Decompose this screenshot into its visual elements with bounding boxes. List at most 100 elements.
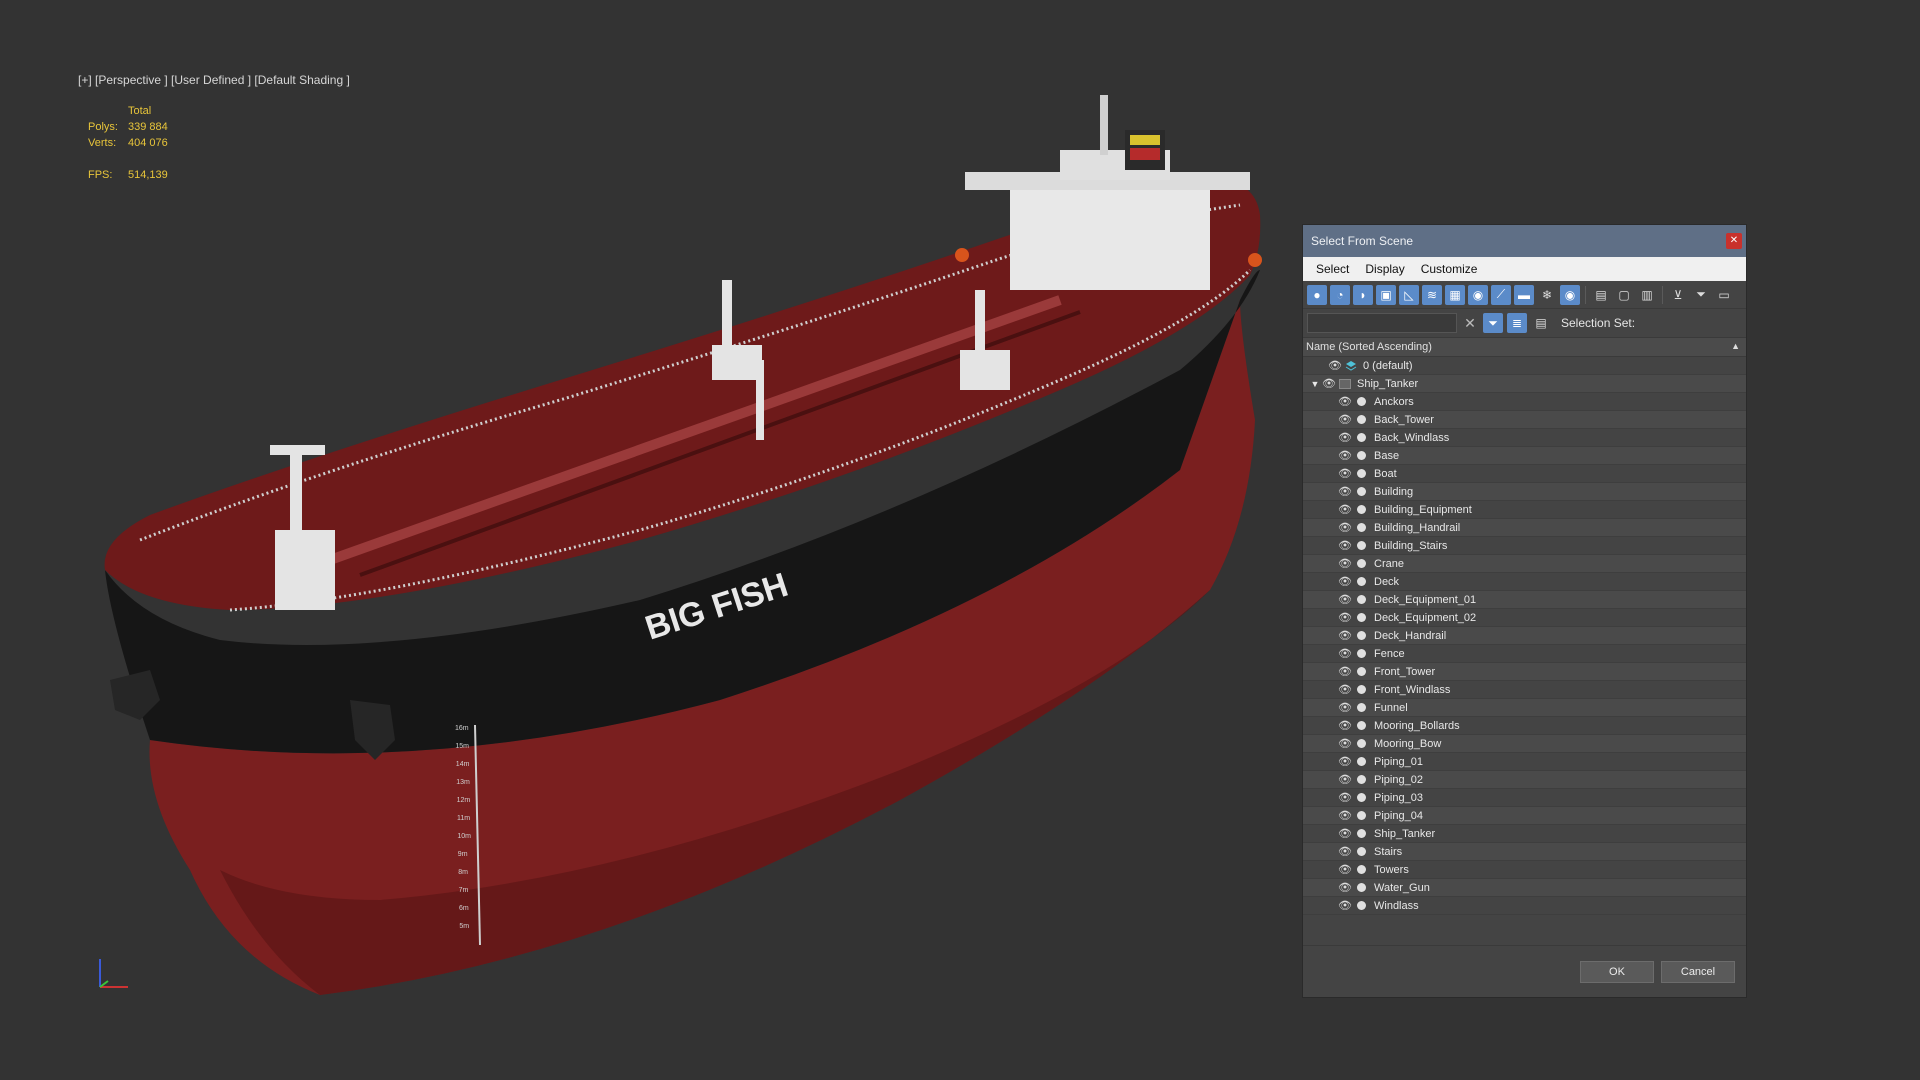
eye-icon[interactable]: 👁 — [1337, 611, 1353, 624]
eye-icon[interactable]: 👁 — [1337, 503, 1353, 516]
shapes-filter-icon[interactable]: ◔ — [1330, 284, 1350, 305]
frozen-filter-icon[interactable]: ❄ — [1537, 285, 1557, 305]
tree-item-label: Anckors — [1374, 395, 1414, 408]
search-input[interactable] — [1307, 313, 1457, 333]
tree-item[interactable]: 👁 Base — [1303, 447, 1746, 465]
tree-item-label: Back_Tower — [1374, 413, 1434, 426]
cancel-button[interactable]: Cancel — [1661, 961, 1735, 983]
eye-icon[interactable]: 👁 — [1337, 773, 1353, 786]
layer-toggle-icon[interactable]: ≣ — [1507, 313, 1527, 333]
eye-icon[interactable]: 👁 — [1337, 845, 1353, 858]
tree-item[interactable]: 👁 Piping_04 — [1303, 807, 1746, 825]
eye-icon[interactable]: 👁 — [1337, 665, 1353, 678]
tree-item[interactable]: 👁 Deck — [1303, 573, 1746, 591]
eye-icon[interactable]: 👁 — [1337, 629, 1353, 642]
tree-item[interactable]: 👁 Ship_Tanker — [1303, 825, 1746, 843]
eye-icon[interactable]: 👁 — [1337, 827, 1353, 840]
select-invert-icon[interactable]: ▥ — [1637, 285, 1657, 305]
filter-icon[interactable]: ⏷ — [1691, 285, 1711, 305]
clear-search-icon[interactable]: ✕ — [1461, 315, 1479, 332]
tree-item[interactable]: 👁 Windlass — [1303, 897, 1746, 915]
expand-arrow-icon[interactable]: ▼ — [1309, 379, 1321, 389]
menu-select[interactable]: Select — [1309, 260, 1356, 278]
sort-ascending-icon[interactable]: ▲ — [1731, 341, 1740, 351]
menu-customize[interactable]: Customize — [1414, 260, 1485, 278]
tree-item[interactable]: 👁 Funnel — [1303, 699, 1746, 717]
bones-filter-icon[interactable]: ⟋ — [1491, 284, 1511, 305]
eye-icon[interactable]: 👁 — [1337, 449, 1353, 462]
spacewarps-filter-icon[interactable]: ≋ — [1422, 284, 1442, 305]
tree-item[interactable]: 👁 Front_Windlass — [1303, 681, 1746, 699]
xrefs-filter-icon[interactable]: ◉ — [1468, 284, 1488, 305]
eye-icon[interactable]: 👁 — [1337, 647, 1353, 660]
folder-icon[interactable]: ▭ — [1714, 285, 1734, 305]
close-icon[interactable]: ✕ — [1726, 233, 1742, 249]
filter-toggle-icon[interactable]: ⏷ — [1483, 313, 1503, 333]
tree-item[interactable]: 👁 Crane — [1303, 555, 1746, 573]
eye-icon[interactable]: 👁 — [1337, 863, 1353, 876]
tree-item[interactable]: 👁 Front_Tower — [1303, 663, 1746, 681]
tree-item[interactable]: 👁 Anckors — [1303, 393, 1746, 411]
tree-item[interactable]: 👁 Building_Equipment — [1303, 501, 1746, 519]
tree-item[interactable]: 👁 Building_Stairs — [1303, 537, 1746, 555]
groups-filter-icon[interactable]: ▦ — [1445, 284, 1465, 305]
eye-icon[interactable]: 👁 — [1337, 575, 1353, 588]
menu-display[interactable]: Display — [1358, 260, 1411, 278]
group-row-ship-tanker[interactable]: ▼ 👁 Ship_Tanker — [1303, 375, 1746, 393]
tree-item[interactable]: 👁 Fence — [1303, 645, 1746, 663]
filter-off-icon[interactable]: ⊻ — [1668, 285, 1688, 305]
eye-icon[interactable]: 👁 — [1337, 737, 1353, 750]
tree-item-label: Piping_03 — [1374, 791, 1423, 804]
geometry-dot-icon — [1357, 487, 1366, 496]
tree-item[interactable]: 👁 Deck_Equipment_01 — [1303, 591, 1746, 609]
lights-filter-icon[interactable]: ◗ — [1353, 284, 1373, 305]
tree-item[interactable]: 👁 Mooring_Bow — [1303, 735, 1746, 753]
selection-set-icon[interactable]: ▤ — [1531, 313, 1551, 333]
tree-item[interactable]: 👁 Boat — [1303, 465, 1746, 483]
eye-icon[interactable]: 👁 — [1321, 377, 1337, 390]
containers-filter-icon[interactable]: ▬ — [1514, 284, 1534, 305]
eye-icon[interactable]: 👁 — [1337, 683, 1353, 696]
tree-item[interactable]: 👁 Building_Handrail — [1303, 519, 1746, 537]
tree-item[interactable]: 👁 Water_Gun — [1303, 879, 1746, 897]
tree-item[interactable]: 👁 Mooring_Bollards — [1303, 717, 1746, 735]
eye-icon[interactable]: 👁 — [1337, 899, 1353, 912]
cameras-filter-icon[interactable]: ▣ — [1376, 284, 1396, 305]
tree-item[interactable]: 👁 Stairs — [1303, 843, 1746, 861]
eye-icon[interactable]: 👁 — [1337, 521, 1353, 534]
eye-icon[interactable]: 👁 — [1337, 539, 1353, 552]
tree-item[interactable]: 👁 Building — [1303, 483, 1746, 501]
eye-icon[interactable]: 👁 — [1337, 701, 1353, 714]
ok-button[interactable]: OK — [1580, 961, 1654, 983]
eye-icon[interactable]: 👁 — [1337, 557, 1353, 570]
tree-item[interactable]: 👁 Towers — [1303, 861, 1746, 879]
select-all-icon[interactable]: ▤ — [1591, 285, 1611, 305]
tree-item-label: Deck_Handrail — [1374, 629, 1447, 642]
eye-icon[interactable]: 👁 — [1337, 431, 1353, 444]
layer-row-default[interactable]: 👁 0 (default) — [1303, 357, 1746, 375]
dialog-title-bar[interactable]: Select From Scene ✕ — [1303, 225, 1746, 257]
helpers-filter-icon[interactable]: ◺ — [1399, 284, 1419, 305]
eye-icon[interactable]: 👁 — [1337, 809, 1353, 822]
tree-item[interactable]: 👁 Piping_03 — [1303, 789, 1746, 807]
name-column-header[interactable]: Name (Sorted Ascending) ▲ — [1303, 337, 1746, 357]
tree-item[interactable]: 👁 Piping_02 — [1303, 771, 1746, 789]
eye-icon[interactable]: 👁 — [1337, 755, 1353, 768]
eye-icon[interactable]: 👁 — [1337, 395, 1353, 408]
geometry-filter-icon[interactable]: ● — [1307, 284, 1327, 305]
eye-icon[interactable]: 👁 — [1327, 359, 1343, 372]
tree-item[interactable]: 👁 Back_Tower — [1303, 411, 1746, 429]
eye-icon[interactable]: 👁 — [1337, 719, 1353, 732]
tree-item[interactable]: 👁 Deck_Equipment_02 — [1303, 609, 1746, 627]
select-none-icon[interactable]: ▢ — [1614, 285, 1634, 305]
eye-icon[interactable]: 👁 — [1337, 485, 1353, 498]
eye-icon[interactable]: 👁 — [1337, 881, 1353, 894]
tree-item[interactable]: 👁 Back_Windlass — [1303, 429, 1746, 447]
tree-item[interactable]: 👁 Deck_Handrail — [1303, 627, 1746, 645]
eye-icon[interactable]: 👁 — [1337, 791, 1353, 804]
eye-icon[interactable]: 👁 — [1337, 593, 1353, 606]
eye-icon[interactable]: 👁 — [1337, 467, 1353, 480]
tree-item[interactable]: 👁 Piping_01 — [1303, 753, 1746, 771]
hidden-filter-icon[interactable]: ◉ — [1560, 284, 1580, 305]
eye-icon[interactable]: 👁 — [1337, 413, 1353, 426]
